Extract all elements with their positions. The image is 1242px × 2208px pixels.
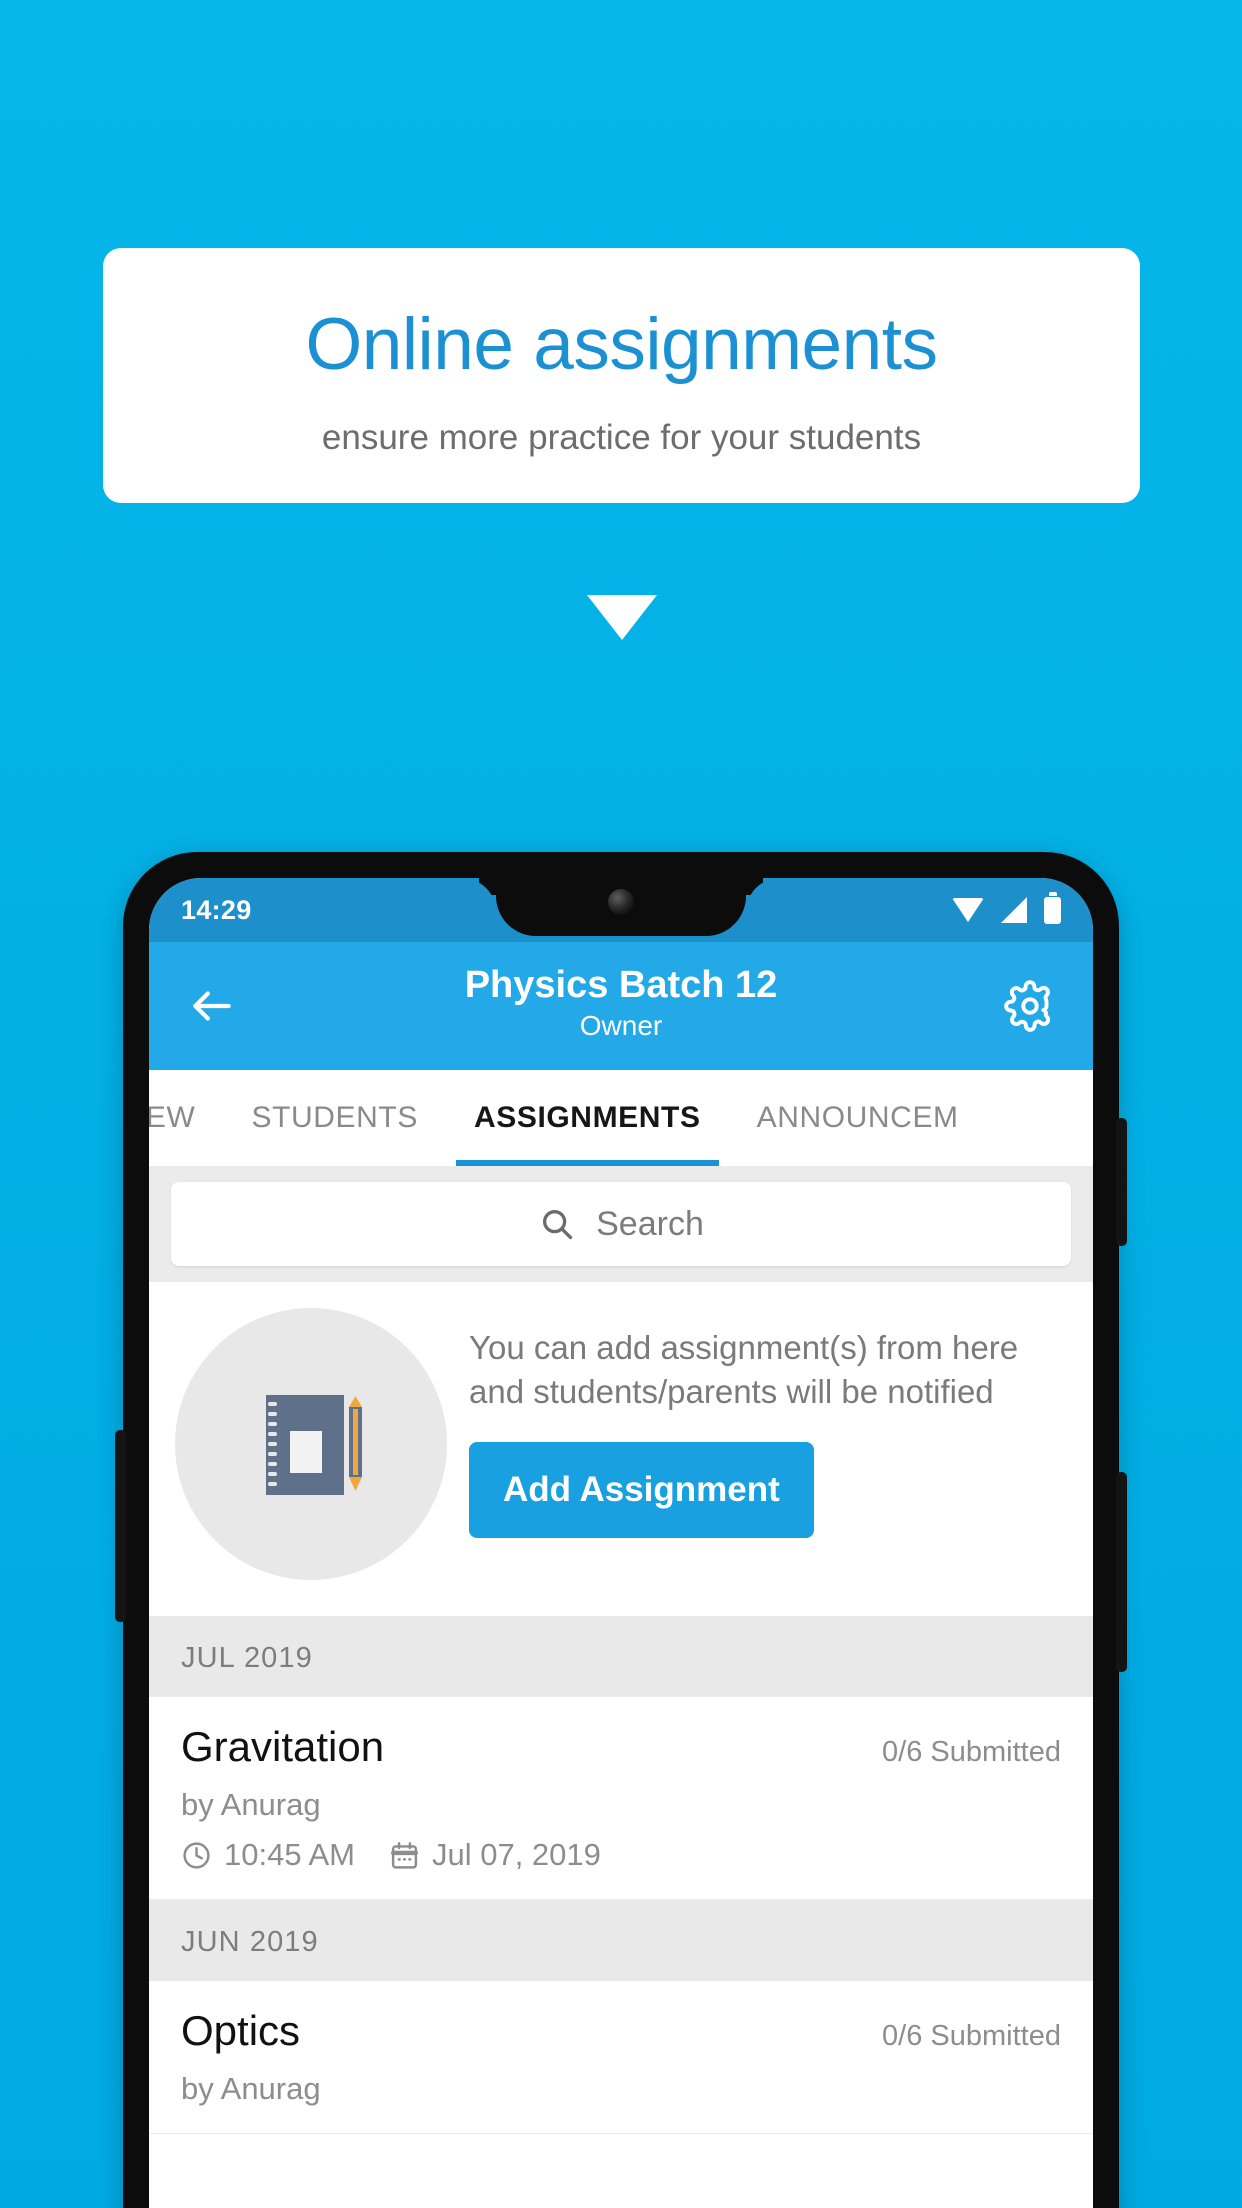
page-title: Physics Batch 12 — [464, 963, 778, 1006]
tab-students[interactable]: STUDENTS — [223, 1070, 445, 1166]
assignment-submitted-count: 0/6 Submitted — [882, 2020, 1061, 2052]
status-icons — [952, 896, 1061, 924]
tab-assignments-label: ASSIGNMENTS — [473, 1101, 701, 1134]
promo-subtitle: ensure more practice for your students — [321, 418, 922, 458]
settings-button[interactable] — [997, 973, 1063, 1039]
front-camera-icon — [608, 889, 634, 915]
status-time: 14:29 — [181, 894, 252, 925]
phone-left-button — [115, 1430, 126, 1622]
assignment-time: 10:45 AM — [224, 1837, 355, 1872]
tab-overview[interactable]: IEW — [149, 1070, 223, 1166]
back-button[interactable] — [179, 973, 245, 1039]
month-header-jun: JUN 2019 — [149, 1900, 1093, 1981]
search-icon — [538, 1205, 576, 1243]
assignment-meta: 10:45 AM Jul 07, 2019 — [181, 1837, 1061, 1873]
wifi-icon — [952, 898, 984, 922]
tab-overview-label: IEW — [149, 1101, 196, 1134]
app-bar: Physics Batch 12 Owner — [149, 942, 1093, 1070]
tab-announcements[interactable]: ANNOUNCEM — [729, 1070, 987, 1166]
battery-icon — [1044, 896, 1061, 924]
assignment-row[interactable]: Gravitation 0/6 Submitted by Anurag 10:4… — [149, 1697, 1093, 1900]
assignment-submitted-count: 0/6 Submitted — [882, 1736, 1061, 1768]
promo-callout: Online assignments ensure more practice … — [103, 248, 1140, 640]
promo-title: Online assignments — [305, 304, 938, 385]
empty-state-message: You can add assignment(s) from here and … — [469, 1329, 1019, 1411]
month-header-jul: JUL 2019 — [149, 1616, 1093, 1697]
phone-volume-button — [1116, 1472, 1127, 1672]
phone-screen: 14:29 Physics Batch 12 Owner EW STUDENTS… — [149, 878, 1093, 2208]
assignment-header: Optics 0/6 Submitted — [181, 2007, 1061, 2055]
notebook-and-pen-icon — [175, 1308, 447, 1580]
search-container: Search — [149, 1166, 1093, 1282]
gear-icon — [1004, 980, 1056, 1032]
empty-state: You can add assignment(s) from here and … — [149, 1282, 1093, 1616]
page-subtitle: Owner — [579, 1010, 663, 1042]
tab-assignments[interactable]: ASSIGNMENTS — [446, 1070, 729, 1166]
phone-mockup: 14:29 Physics Batch 12 Owner EW STUDENTS… — [115, 852, 1127, 2208]
tab-announcements-label: ANNOUNCEM — [756, 1101, 959, 1134]
signal-icon — [1001, 897, 1027, 923]
back-arrow-icon — [187, 981, 237, 1031]
clock-icon — [181, 1840, 212, 1871]
app-bar-titles: Physics Batch 12 Owner — [245, 964, 997, 1049]
assignment-row[interactable]: Optics 0/6 Submitted by Anurag — [149, 1981, 1093, 2134]
tab-students-label: STUDENTS — [251, 1101, 418, 1134]
add-assignment-button[interactable]: Add Assignment — [469, 1442, 814, 1539]
assignment-date: Jul 07, 2019 — [431, 1837, 601, 1872]
phone-power-button — [1116, 1118, 1127, 1246]
assignment-title: Optics — [181, 2007, 301, 2054]
assignment-author: by Anurag — [181, 1787, 321, 1822]
search-input[interactable]: Search — [171, 1182, 1071, 1266]
assignment-title: Gravitation — [181, 1723, 385, 1770]
calendar-icon — [389, 1840, 420, 1871]
assignment-author: by Anurag — [181, 2071, 321, 2106]
assignment-header: Gravitation 0/6 Submitted — [181, 1723, 1061, 1771]
callout-tail — [586, 595, 657, 640]
search-placeholder: Search — [596, 1204, 704, 1243]
tab-bar[interactable]: IEW STUDENTS ASSIGNMENTS ANNOUNCEM — [149, 1070, 1093, 1166]
empty-state-body: You can add assignment(s) from here and … — [469, 1308, 1067, 1539]
